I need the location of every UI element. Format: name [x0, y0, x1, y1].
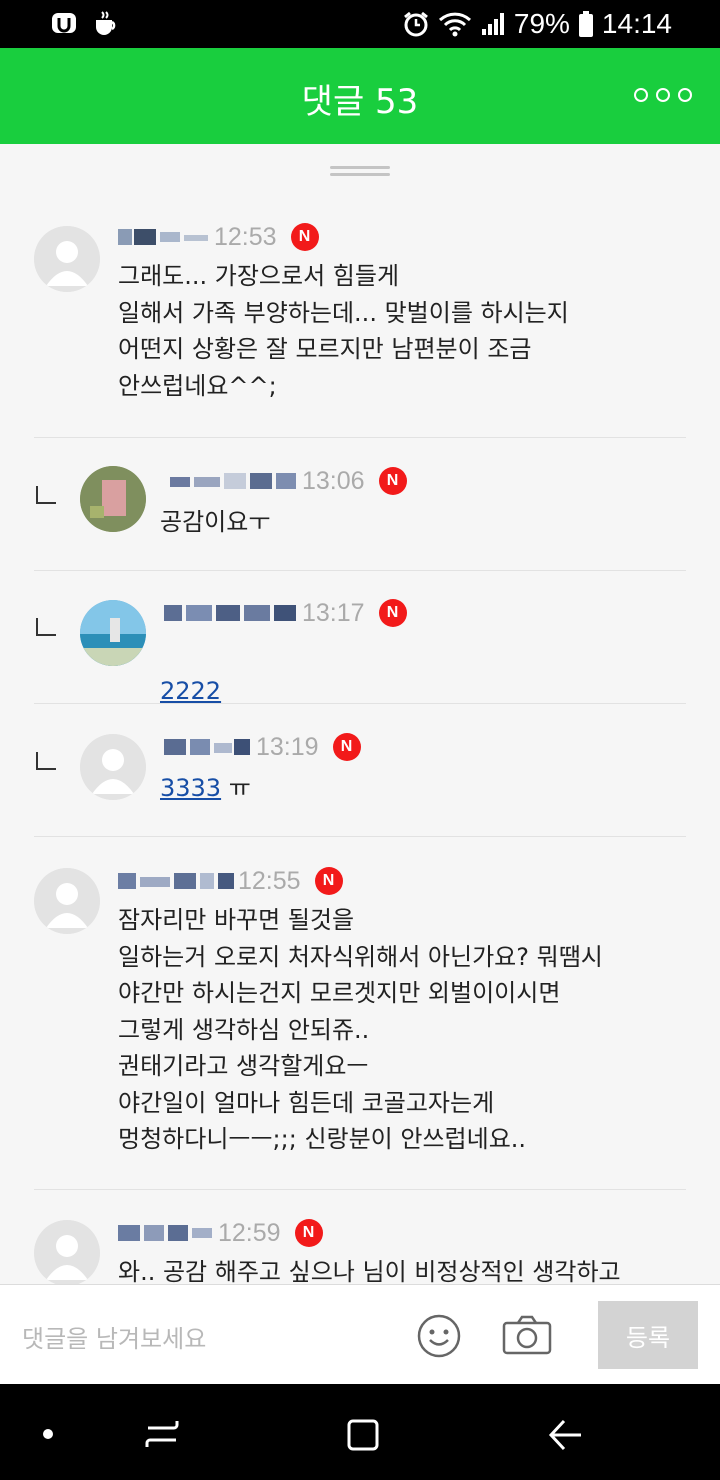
comment-input-bar: 댓글을 남겨보세요 등록	[0, 1284, 720, 1385]
battery-percent: 79%	[513, 8, 570, 39]
wifi-icon	[438, 12, 471, 37]
avatar[interactable]	[80, 600, 146, 666]
alarm-clock-icon	[403, 11, 428, 37]
new-badge: N	[314, 867, 343, 895]
profile-photo-icon	[80, 600, 146, 666]
new-badge: N	[378, 599, 407, 627]
comment-time: 13:17	[302, 598, 365, 627]
avatar[interactable]	[80, 466, 146, 532]
divider	[34, 570, 686, 571]
app-notification-icon	[52, 13, 76, 33]
more-options-button[interactable]	[634, 88, 692, 102]
drag-handle[interactable]	[330, 166, 390, 176]
comment-text: 그래도... 가장으로서 힘들게 일해서 가족 부양하는데... 맞벌이를 하시…	[118, 262, 569, 400]
comment-time: 12:53	[214, 222, 277, 251]
comment-input[interactable]: 댓글을 남겨보세요	[22, 1319, 206, 1354]
comment-text: 잠자리만 바꾸면 될것을 일하는거 오로지 처자식위해서 아닌가요? 뭐땜시 야…	[118, 906, 603, 1153]
more-dot-icon	[656, 88, 670, 102]
nav-dot-icon[interactable]	[42, 1428, 54, 1440]
divider	[34, 437, 686, 438]
reply-indicator-icon	[36, 752, 56, 770]
emoji-icon[interactable]	[416, 1313, 462, 1359]
comment-text: 2222	[160, 636, 221, 709]
blurred-nickname[interactable]	[170, 471, 298, 491]
default-user-icon	[34, 1220, 100, 1284]
signal-icon	[481, 13, 504, 35]
home-icon[interactable]	[346, 1418, 380, 1452]
comment-time: 12:55	[238, 866, 301, 895]
new-badge: N	[332, 733, 361, 761]
submit-button[interactable]: 등록	[598, 1301, 698, 1369]
comment-list[interactable]: 12:53 N 그래도... 가장으로서 힘들게 일해서 가족 부양하는데...…	[0, 144, 720, 1284]
back-icon[interactable]	[548, 1418, 584, 1452]
blurred-nickname[interactable]	[118, 871, 234, 891]
more-dot-icon	[678, 88, 692, 102]
new-badge: N	[294, 1219, 323, 1247]
divider	[34, 703, 686, 704]
comment-link[interactable]: 3333	[160, 774, 221, 802]
divider	[34, 1189, 686, 1190]
divider	[34, 836, 686, 837]
comment-time: 13:06	[302, 466, 365, 495]
comment-link[interactable]: 2222	[160, 677, 221, 705]
avatar[interactable]	[34, 1220, 100, 1284]
blurred-nickname[interactable]	[164, 737, 252, 757]
more-dot-icon	[634, 88, 648, 102]
avatar[interactable]	[34, 868, 100, 934]
default-user-icon	[34, 868, 100, 934]
reply-indicator-icon	[36, 486, 56, 504]
new-badge: N	[378, 467, 407, 495]
default-user-icon	[34, 226, 100, 292]
recent-apps-icon[interactable]	[144, 1418, 180, 1450]
comment-text-suffix: ㅠ	[221, 774, 251, 802]
camera-icon[interactable]	[502, 1315, 552, 1355]
system-nav-bar	[0, 1384, 720, 1480]
default-user-icon	[80, 734, 146, 800]
avatar[interactable]	[34, 226, 100, 292]
comment-text: 3333 ㅠ	[160, 770, 251, 807]
profile-photo-icon	[80, 466, 146, 532]
blurred-nickname[interactable]	[118, 227, 210, 247]
avatar[interactable]	[80, 734, 146, 800]
blurred-nickname[interactable]	[164, 603, 298, 623]
comment-time: 13:19	[256, 732, 319, 761]
reply-indicator-icon	[36, 618, 56, 636]
page-title: 댓글 53	[301, 82, 419, 122]
blurred-nickname[interactable]	[118, 1223, 214, 1243]
clock-time: 14:14	[601, 8, 672, 39]
comment-text: 공감이요ㅜ	[160, 508, 271, 536]
comment-text: 와.. 공감 해주고 싶으나 님이 비정상적인 생각하고	[118, 1258, 621, 1284]
battery-icon	[578, 11, 593, 37]
comment-time: 12:59	[218, 1218, 281, 1247]
coffee-cup-icon	[96, 11, 116, 35]
status-bar: 79% 14:14	[0, 0, 720, 48]
comments-header: 댓글 53	[0, 48, 720, 144]
new-badge: N	[290, 223, 319, 251]
